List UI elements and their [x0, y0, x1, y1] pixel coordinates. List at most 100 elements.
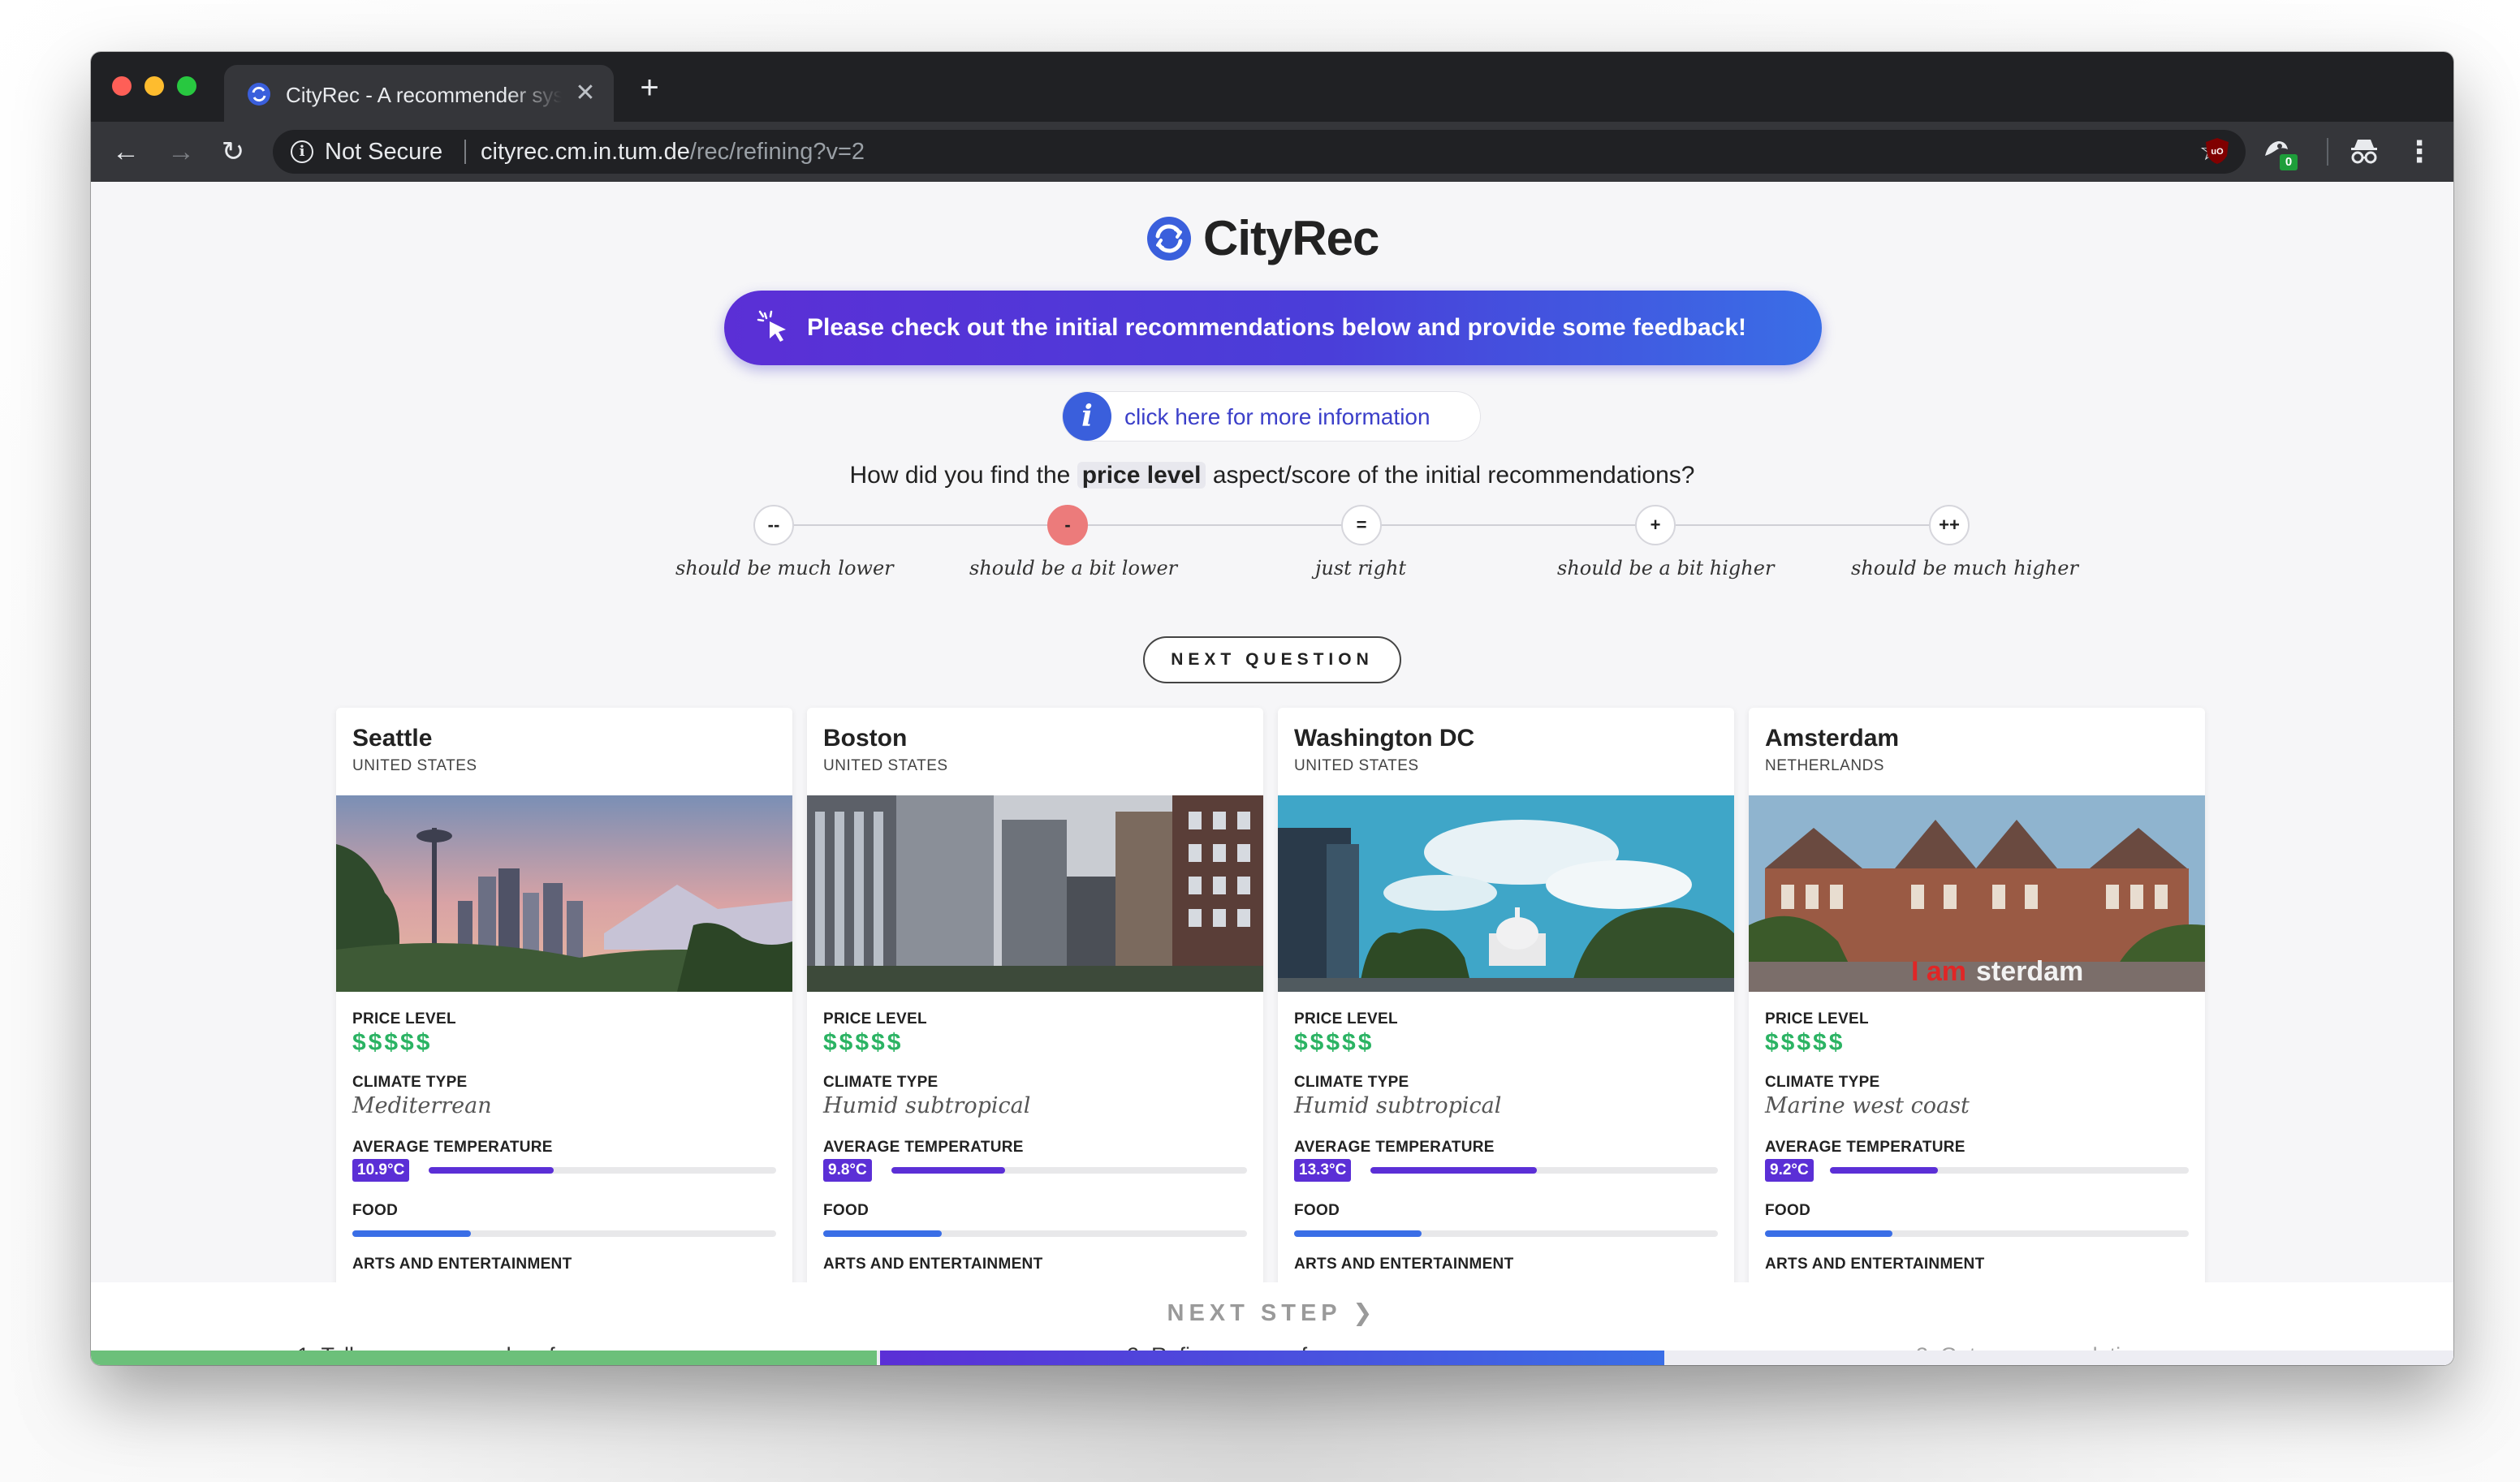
toolbar-separator [2327, 138, 2328, 166]
browser-tab[interactable]: CityRec - A recommender system ✕ [224, 65, 614, 122]
scale-label: should be much lower [675, 557, 894, 579]
minimize-window-button[interactable] [145, 76, 164, 96]
price-value: $$$$$ [1765, 1029, 1845, 1056]
city-country: UNITED STATES [352, 757, 477, 774]
city-name: Boston [823, 725, 908, 752]
city-image-boston [807, 795, 1263, 992]
temperature-badge: 10.9°C [352, 1159, 410, 1182]
cursor-click-icon [757, 310, 786, 342]
city-image-seattle [336, 795, 792, 992]
city-card-boston[interactable]: Boston UNITED STATES PRICE LEVEL $$$$$ C [807, 708, 1263, 1300]
url-text[interactable]: cityrec.cm.in.tum.de/rec/refining?v=2 [481, 138, 865, 166]
scale-label: should be much higher [1851, 557, 2078, 579]
tab-close-icon[interactable]: ✕ [572, 80, 599, 107]
tab-title: CityRec - A recommender system [286, 83, 562, 107]
food-bar-fill [823, 1230, 943, 1237]
step-2-progress [880, 1351, 1664, 1365]
tab-bar: CityRec - A recommender system ✕ + [91, 52, 2453, 122]
food-label: FOOD [1765, 1202, 1811, 1219]
url-path: /rec/refining?v=2 [689, 139, 865, 165]
address-bar[interactable]: i Not Secure cityrec.cm.in.tum.de/rec/re… [273, 130, 2246, 174]
temperature-badge: 9.2°C [1765, 1159, 1814, 1182]
cityrec-logo[interactable]: CityRec [1146, 206, 1406, 268]
info-circle-icon: i [1063, 392, 1111, 441]
temperature-bar [891, 1167, 1247, 1174]
incognito-icon[interactable] [2348, 136, 2380, 167]
new-tab-button[interactable]: + [633, 71, 666, 106]
browser-window: CityRec - A recommender system ✕ + ← → ↻… [91, 52, 2453, 1365]
climate-value: Marine west coast [1765, 1093, 1970, 1118]
temperature-bar [1830, 1167, 2189, 1174]
maximize-window-button[interactable] [177, 76, 196, 96]
more-info-text: click here for more information [1124, 404, 1430, 429]
arts-label: ARTS AND ENTERTAINMENT [1294, 1256, 1514, 1273]
food-bar [1294, 1230, 1718, 1237]
svg-text:uO: uO [2211, 147, 2224, 157]
scale-dot-selected[interactable]: - [1047, 505, 1088, 545]
scale-label: should be a bit lower [969, 557, 1178, 579]
reload-icon[interactable]: ↻ [216, 135, 250, 169]
food-label: FOOD [823, 1202, 869, 1219]
city-image-amsterdam: I am sterdam [1749, 795, 2205, 992]
price-value: $$$$$ [823, 1029, 904, 1056]
next-step-button[interactable]: NEXT STEP ❯ [91, 1299, 2453, 1328]
url-host: cityrec.cm.in.tum.de [481, 139, 690, 165]
cityrec-logo-icon [1147, 217, 1191, 261]
city-country: NETHERLANDS [1765, 757, 1884, 774]
price-value: $$$$$ [1294, 1029, 1374, 1056]
more-info-button[interactable]: i click here for more information [1062, 391, 1481, 442]
iamsterdam-letters: I am [1911, 956, 1966, 987]
extension-icon[interactable]: 0 [2260, 135, 2298, 170]
climate-value: Humid subtropical [823, 1093, 1031, 1118]
temperature-badge: 13.3°C [1294, 1159, 1352, 1182]
temperature-bar-fill [429, 1167, 554, 1174]
climate-label: CLIMATE TYPE [823, 1074, 939, 1091]
question-highlight: price level [1077, 462, 1206, 489]
food-bar [823, 1230, 1247, 1237]
scale-option-much-lower[interactable]: -- should be much lower [675, 505, 894, 594]
price-label: PRICE LEVEL [352, 1010, 456, 1027]
climate-label: CLIMATE TYPE [1765, 1074, 1880, 1091]
temperature-label: AVERAGE TEMPERATURE [1765, 1139, 1966, 1156]
scale-option-much-higher[interactable]: ++ should be much higher [1851, 505, 2078, 594]
browser-toolbar: ← → ↻ i Not Secure cityrec.cm.in.tum.de/… [91, 122, 2453, 182]
city-card-amsterdam[interactable]: Amsterdam NETHERLANDS I am sterdam PRICE… [1749, 708, 2205, 1300]
step-progress-bar [91, 1351, 2453, 1365]
city-card-washington-dc[interactable]: Washington DC UNITED STATES PRICE LEVEL … [1278, 708, 1734, 1300]
scale-option-bit-lower[interactable]: - should be a bit lower [969, 505, 1178, 594]
back-arrow-icon[interactable]: ← [109, 135, 143, 169]
arts-label: ARTS AND ENTERTAINMENT [823, 1256, 1043, 1273]
extension-badge: 0 [2280, 154, 2298, 170]
price-label: PRICE LEVEL [823, 1010, 927, 1027]
scale-option-bit-higher[interactable]: + should be a bit higher [1557, 505, 1774, 594]
info-icon[interactable]: i [291, 140, 313, 163]
cityrec-favicon-icon [248, 83, 270, 106]
price-label: PRICE LEVEL [1765, 1010, 1869, 1027]
city-image-washington-dc [1278, 795, 1734, 992]
price-label: PRICE LEVEL [1294, 1010, 1398, 1027]
ublock-icon[interactable]: uO [2203, 136, 2231, 166]
temperature-label: AVERAGE TEMPERATURE [352, 1139, 553, 1156]
city-card-seattle[interactable]: Seattle UNITED STATES PRICE LEVEL $$$$$ [336, 708, 792, 1300]
close-window-button[interactable] [112, 76, 132, 96]
scale-dot[interactable]: ++ [1929, 505, 1970, 545]
food-label: FOOD [1294, 1202, 1340, 1219]
banner-text: Please check out the initial recommendat… [807, 314, 1746, 341]
scale-label: just right [1314, 557, 1407, 579]
arts-label: ARTS AND ENTERTAINMENT [352, 1256, 572, 1273]
city-name: Seattle [352, 725, 433, 752]
forward-arrow-icon[interactable]: → [164, 135, 198, 169]
climate-label: CLIMATE TYPE [1294, 1074, 1409, 1091]
food-bar-fill [1765, 1230, 1892, 1237]
city-cards: Seattle UNITED STATES PRICE LEVEL $$$$$ [336, 708, 2205, 1300]
page-content: CityRec Please check out the initial rec… [91, 182, 2453, 1365]
scale-dot[interactable]: = [1341, 505, 1382, 545]
feedback-banner: Please check out the initial recommendat… [724, 291, 1822, 365]
scale-option-just-right[interactable]: = just right [1263, 505, 1458, 594]
scale-dot[interactable]: -- [753, 505, 794, 545]
scale-dot[interactable]: + [1635, 505, 1676, 545]
food-label: FOOD [352, 1202, 399, 1219]
climate-value: Humid subtropical [1294, 1093, 1502, 1118]
menu-icon[interactable]: ⋮ [2405, 133, 2434, 170]
next-question-button[interactable]: NEXT QUESTION [1143, 636, 1401, 683]
